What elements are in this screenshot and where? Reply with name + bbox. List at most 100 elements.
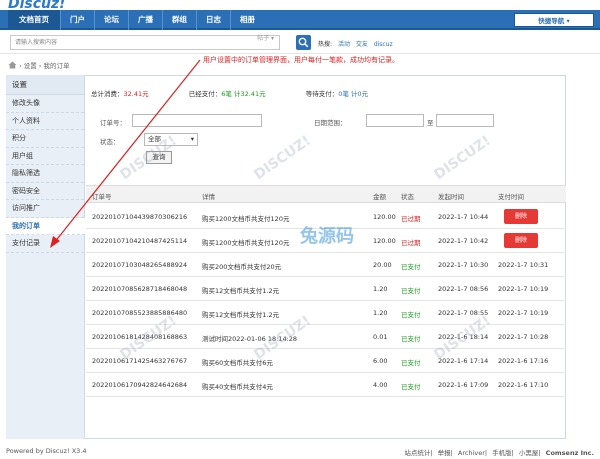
sidebar-item-orders[interactable]: 我的订单 — [6, 217, 85, 235]
order-no[interactable]: 20220106171425463276767 — [92, 357, 187, 365]
order-no[interactable]: 20220107103048265488924 — [92, 261, 187, 269]
order-created: 2022-1-6 18:14 — [438, 333, 489, 341]
query-button[interactable]: 查询 — [146, 151, 172, 164]
sidebar-item-privacy[interactable]: 隐私筛选 — [6, 165, 84, 183]
table-row: 20220106171425463276767 购买60文档币共支付6元 6.0… — [86, 350, 566, 373]
status-select-value: 全部 — [148, 135, 161, 143]
order-no[interactable]: 20220106170942824642684 — [92, 381, 187, 389]
nav-item-group[interactable]: 群组 — [162, 10, 196, 30]
order-paid: 2022-1-7 10:31 — [498, 261, 549, 269]
order-created: 2022-1-7 08:56 — [438, 285, 489, 293]
home-icon[interactable] — [8, 61, 17, 69]
footer-link-mobile[interactable]: 手机版 — [492, 449, 512, 457]
quick-nav-button[interactable]: 快捷导航 ▾ — [514, 13, 594, 27]
nav-item-portal[interactable]: 门户 — [60, 10, 94, 30]
order-paid: 2022-1-7 10:19 — [498, 309, 549, 317]
order-paid: 2022-1-7 10:19 — [498, 285, 549, 293]
nav-item-forum[interactable]: 论坛 — [94, 10, 128, 30]
order-no[interactable]: 20220106181428408168863 — [92, 333, 187, 341]
search-icon — [298, 37, 309, 48]
search-button[interactable] — [296, 35, 311, 50]
center-watermark: 兔源码 — [300, 226, 354, 247]
order-created: 2022-1-6 17:14 — [438, 357, 489, 365]
chevron-down-icon: ▾ — [190, 135, 194, 143]
total-value: 32.41元 — [123, 90, 149, 98]
delete-button[interactable]: 删除 — [504, 209, 538, 224]
table-row: 20220107085523885886480 购买12文档币共支付1.2元 1… — [86, 302, 566, 325]
table-row: 20220107103048265488924 购买200文档币共支付20元 2… — [86, 254, 566, 277]
orders-table-header: 订单号 详情 金额 状态 发起时间 支付时间 — [86, 185, 566, 203]
order-status: 已支付 — [401, 263, 421, 271]
sidebar-item-avatar[interactable]: 修改头像 — [6, 95, 84, 113]
sidebar-item-profile[interactable]: 个人资料 — [6, 113, 84, 130]
footer-link-blackroom[interactable]: 小黑屋 — [519, 449, 539, 457]
powered-by: Powered by Discuz! X3.4 — [6, 447, 87, 455]
search-type-select[interactable]: 帖子 ▾ — [230, 32, 274, 45]
col-order-no: 订单号 — [92, 193, 112, 201]
sidebar-item-promotion[interactable]: 访问推广 — [6, 200, 84, 218]
sidebar-item-password[interactable]: 密码安全 — [6, 183, 84, 200]
order-no[interactable]: 20220107104439870306216 — [92, 213, 187, 221]
main-nav: 文档首页 门户 论坛 广播 群组 日志 相册 — [0, 10, 600, 30]
order-created: 2022-1-7 10:42 — [438, 237, 489, 245]
hot-search: 热搜: 活动 交友 discuz — [318, 39, 397, 48]
table-row: 20220106170942824642684 购买40文档币共支付4元 4.0… — [86, 374, 566, 397]
footer-link-report[interactable]: 举报 — [438, 449, 451, 457]
nav-item-album[interactable]: 相册 — [230, 10, 264, 30]
nav-item-blog[interactable]: 日志 — [196, 10, 230, 30]
footer-link-comsenz[interactable]: Comsenz Inc. — [546, 449, 594, 457]
order-no[interactable]: 20220107104210487425114 — [92, 237, 187, 245]
date-end-input[interactable] — [436, 114, 494, 127]
order-detail: 测试时间2022-01-06 18:14:28 — [202, 335, 298, 343]
order-status: 已支付 — [401, 335, 421, 343]
order-paid: 2022-1-7 10:28 — [498, 333, 549, 341]
nav-item-home[interactable]: 文档首页 — [8, 10, 60, 30]
pending-value: 0笔 计0元 — [338, 90, 369, 98]
status-label: 状态： — [100, 138, 120, 146]
sidebar-title: 设置 — [6, 75, 84, 95]
order-summary: 总计消费：32.41元 已经支付：6笔 计32.41元 等待支付：0笔 计0元 — [91, 88, 368, 98]
sidebar-item-payment-records[interactable]: 支付记录 — [6, 235, 84, 253]
date-to-label: 至 — [427, 119, 434, 127]
order-created: 2022-1-7 08:55 — [438, 309, 489, 317]
paid-label: 已经支付： — [188, 90, 222, 98]
orders-panel: 总计消费：32.41元 已经支付：6笔 计32.41元 等待支付：0笔 计0元 … — [86, 75, 566, 439]
table-row: 20220106181428408168863 测试时间2022-01-06 1… — [86, 326, 566, 349]
order-no[interactable]: 20220107085523885886480 — [92, 309, 187, 317]
order-no-input[interactable] — [132, 114, 262, 127]
order-detail: 购买12文档币共支付1.2元 — [202, 287, 280, 295]
order-amount: 0.01 — [373, 333, 388, 341]
total-label: 总计消费： — [91, 90, 124, 98]
order-detail: 购买1200文档币共支付120元 — [202, 239, 290, 247]
order-detail: 购买60文档币共支付6元 — [202, 359, 273, 367]
page-footer: Powered by Discuz! X3.4 站点统计| 举报| Archiv… — [0, 446, 600, 459]
settings-sidebar: 设置 修改头像 个人资料 积分 用户组 隐私筛选 密码安全 访问推广 我的订单 … — [6, 75, 85, 439]
footer-link-archiver[interactable]: Archiver — [458, 449, 485, 457]
delete-button[interactable]: 删除 — [504, 233, 538, 248]
footer-link-stats[interactable]: 站点统计 — [404, 449, 430, 457]
col-paid: 支付时间 — [498, 193, 524, 201]
order-status: 已支付 — [401, 311, 421, 319]
order-detail: 购买40文档币共支付4元 — [202, 383, 273, 391]
breadcrumb-path[interactable]: › 设置 › 我的订单 — [19, 62, 69, 70]
hot-term[interactable]: 活动 — [338, 41, 350, 48]
order-amount: 1.20 — [373, 309, 388, 317]
sidebar-item-credits[interactable]: 积分 — [6, 130, 84, 148]
order-no[interactable]: 20220107085628718468048 — [92, 285, 187, 293]
order-amount: 6.00 — [373, 357, 388, 365]
col-detail: 详情 — [202, 193, 215, 201]
breadcrumb: › 设置 › 我的订单 — [8, 60, 69, 70]
order-paid: 2022-1-6 17:16 — [498, 357, 549, 365]
hot-term[interactable]: discuz — [374, 41, 393, 48]
status-select[interactable]: 全部 ▾ — [144, 133, 198, 146]
hot-term[interactable]: 交友 — [356, 41, 368, 48]
order-created: 2022-1-7 10:30 — [438, 261, 489, 269]
order-amount: 4.00 — [373, 381, 388, 389]
sidebar-item-usergroup[interactable]: 用户组 — [6, 148, 84, 165]
order-amount: 1.20 — [373, 285, 388, 293]
order-no-label: 订单号： — [100, 119, 126, 127]
date-start-input[interactable] — [366, 114, 424, 127]
order-status: 已过期 — [401, 239, 421, 247]
nav-item-broadcast[interactable]: 广播 — [128, 10, 162, 30]
col-created: 发起时间 — [438, 193, 464, 201]
